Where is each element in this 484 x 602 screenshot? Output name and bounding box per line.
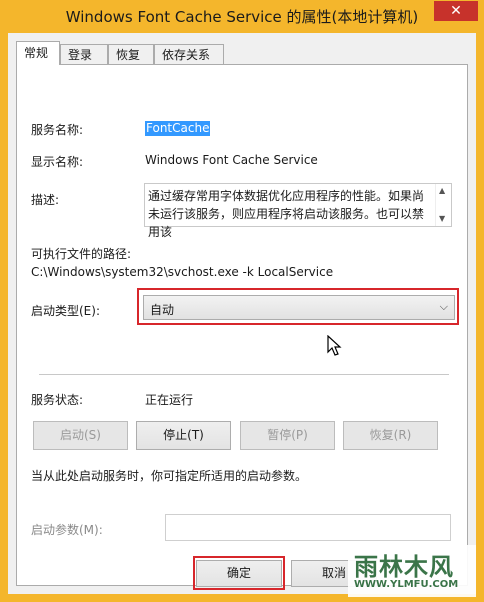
startup-type-label: 启动类型(E): xyxy=(31,304,100,318)
exe-path-label: 可执行文件的路径: xyxy=(31,247,132,261)
service-status-value: 正在运行 xyxy=(145,393,194,407)
resume-button[interactable]: 恢复(R) xyxy=(343,421,438,450)
stop-button[interactable]: 停止(T) xyxy=(136,421,231,450)
window-title: Windows Font Cache Service 的属性(本地计算机) xyxy=(65,8,419,26)
tab-recovery[interactable]: 恢复 xyxy=(108,44,154,64)
scroll-down-icon[interactable]: ▼ xyxy=(439,214,445,223)
description-box[interactable]: 通过缓存常用字体数据优化应用程序的性能。如果尚未运行该服务，则应用程序将启动该服… xyxy=(144,183,452,239)
chevron-down-icon: ⌵ xyxy=(439,300,448,313)
ok-button[interactable]: 确定 xyxy=(196,560,282,587)
tab-logon[interactable]: 登录 xyxy=(60,44,108,64)
service-name-label: 服务名称: xyxy=(31,123,84,137)
start-params-label: 启动参数(M): xyxy=(31,523,103,537)
dialog-client: 常规 登录 恢复 依存关系 服务名称: FontCache 显示名称: Wind… xyxy=(8,33,476,597)
watermark-text: 雨林木风 xyxy=(354,553,454,581)
description-scrollbar[interactable]: ▲ ▼ xyxy=(435,184,451,226)
watermark-logo: 雨林木风 WWW.YLMFU.COM xyxy=(348,545,476,597)
pause-button[interactable]: 暂停(P) xyxy=(240,421,335,450)
tab-general[interactable]: 常规 xyxy=(16,41,60,65)
service-name-value[interactable]: FontCache xyxy=(145,121,211,136)
description-text: 通过缓存常用字体数据优化应用程序的性能。如果尚未运行该服务，则应用程序将启动该服… xyxy=(148,189,425,239)
close-button[interactable]: ✕ xyxy=(434,1,478,21)
start-params-input[interactable] xyxy=(165,514,451,541)
service-status-label: 服务状态: xyxy=(31,393,84,407)
properties-window: Windows Font Cache Service 的属性(本地计算机) ✕ … xyxy=(0,0,484,602)
startup-type-select[interactable]: 自动 ⌵ xyxy=(143,295,455,320)
close-icon: ✕ xyxy=(450,3,462,19)
description-label: 描述: xyxy=(31,193,60,207)
general-panel: 服务名称: FontCache 显示名称: Windows Font Cache… xyxy=(16,64,468,586)
display-name-value[interactable]: Windows Font Cache Service xyxy=(145,153,318,167)
exe-path-value: C:\Windows\system32\svchost.exe -k Local… xyxy=(31,265,334,279)
separator xyxy=(39,374,449,375)
start-button[interactable]: 启动(S) xyxy=(33,421,128,450)
startup-type-value: 自动 xyxy=(150,303,175,317)
display-name-label: 显示名称: xyxy=(31,155,84,169)
mouse-cursor-icon xyxy=(327,335,342,356)
start-params-hint: 当从此处启动服务时，你可指定所适用的启动参数。 xyxy=(31,469,308,483)
scroll-up-icon[interactable]: ▲ xyxy=(439,186,445,195)
tab-dependencies[interactable]: 依存关系 xyxy=(154,44,224,64)
watermark-url: WWW.YLMFU.COM xyxy=(354,579,459,590)
title-bar[interactable]: Windows Font Cache Service 的属性(本地计算机) ✕ xyxy=(0,0,484,33)
